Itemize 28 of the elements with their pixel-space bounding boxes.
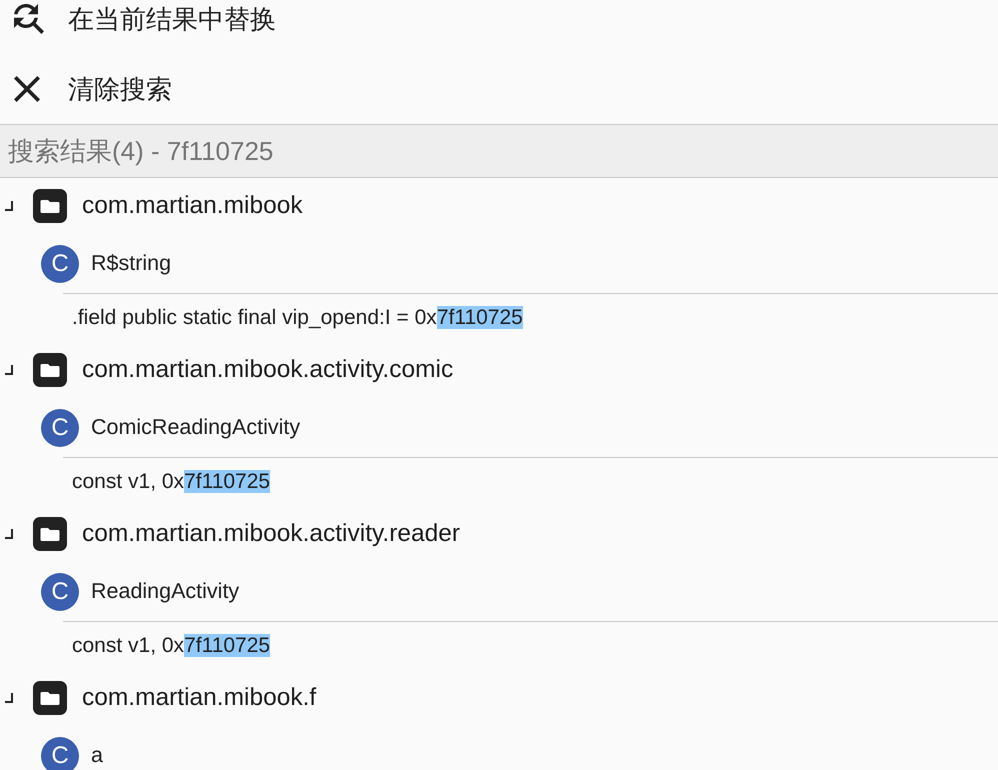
class-name[interactable]: ComicReadingActivity [91, 415, 300, 440]
match-line[interactable]: .field public static final vip_opend:I = 0x7f110725 [72, 306, 523, 330]
folder-icon [33, 517, 67, 551]
class-badge: C [41, 736, 79, 770]
class-name[interactable]: R$string [91, 251, 172, 276]
class-name[interactable]: a [91, 743, 103, 768]
class-badge: C [41, 408, 79, 446]
class-badge: C [41, 572, 79, 610]
package-name[interactable]: com.martian.mibook.activity.comic [82, 356, 454, 384]
tree-expander-icon[interactable] [5, 365, 13, 375]
find-replace-icon [14, 4, 44, 34]
folder-icon [33, 353, 67, 387]
match-line[interactable]: const v1, 0x7f110725 [72, 634, 270, 658]
tree-expander-icon[interactable] [5, 529, 13, 539]
folder-icon [33, 189, 67, 223]
close-icon [14, 76, 40, 102]
package-name[interactable]: com.martian.mibook.f [82, 684, 316, 712]
folder-icon [33, 681, 67, 715]
class-name[interactable]: ReadingActivity [91, 579, 240, 604]
tree-expander-icon[interactable] [5, 693, 13, 703]
package-name[interactable]: com.martian.mibook.activity.reader [82, 520, 460, 548]
class-badge: C [41, 244, 79, 282]
match-line[interactable]: const v1, 0x7f110725 [72, 470, 270, 494]
package-name[interactable]: com.martian.mibook [82, 192, 303, 220]
results-title: 搜索结果(4) - 7f110725 [8, 134, 274, 168]
menu-item[interactable]: 清除搜索 [0, 54, 998, 124]
menu-item[interactable]: 在当前结果中替换 [0, 0, 998, 54]
tree-expander-icon[interactable] [5, 201, 13, 211]
